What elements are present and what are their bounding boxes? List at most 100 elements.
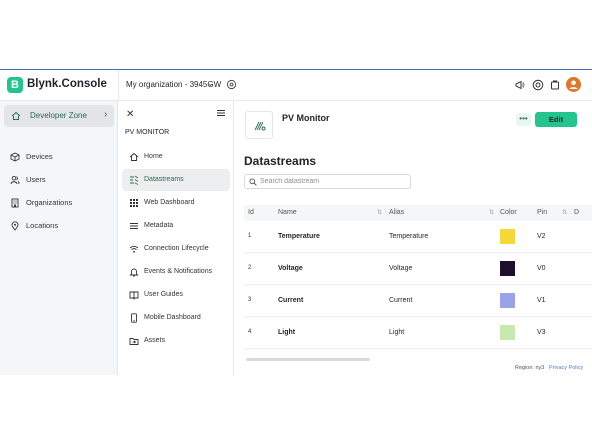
color-swatch xyxy=(500,261,515,276)
table-row[interactable]: 4 Light Light V3 xyxy=(244,317,592,349)
top-bar: B Blynk.Console My organization - 3945GW… xyxy=(0,70,592,101)
cell-id: 4 xyxy=(248,329,252,335)
tab-datastreams[interactable]: Datastreams xyxy=(122,169,230,191)
chevron-right-icon: › xyxy=(104,109,108,120)
tab-home[interactable]: Home xyxy=(122,146,230,168)
color-swatch xyxy=(500,293,515,308)
blynk-logo-icon[interactable]: B xyxy=(7,77,23,93)
help-icon[interactable] xyxy=(532,79,544,91)
developer-zone-icon xyxy=(11,111,21,120)
tab-label: User Guides xyxy=(144,291,183,298)
column-header-id[interactable]: Id xyxy=(248,209,254,216)
column-header-name[interactable]: Name xyxy=(278,209,297,216)
org-settings-icon[interactable] xyxy=(226,79,237,90)
color-swatch xyxy=(500,229,515,244)
tab-metadata[interactable]: Metadata xyxy=(122,215,230,237)
sort-icon[interactable]: ⇅ xyxy=(489,209,494,216)
pv-device-icon xyxy=(254,121,266,131)
close-icon[interactable]: ✕ xyxy=(126,109,134,120)
table-header: Id Name ⇅ Alias ⇅ Color Pin ⇅ D xyxy=(244,205,592,221)
sidebar-item-label: Devices xyxy=(26,152,53,161)
table-row[interactable]: 2 Voltage Voltage V0 xyxy=(244,253,592,285)
cell-alias: Temperature xyxy=(389,233,429,240)
tab-assets[interactable]: Assets xyxy=(122,330,230,352)
edit-button[interactable]: Edit xyxy=(535,112,577,127)
datastreams-icon xyxy=(130,175,139,185)
cell-id: 2 xyxy=(248,265,252,271)
tab-connection-lifecycle[interactable]: Connection Lifecycle xyxy=(122,238,230,260)
book-icon xyxy=(129,291,139,300)
menu-icon[interactable] xyxy=(217,109,225,117)
cell-name: Current xyxy=(278,297,304,304)
tab-mobile-dashboard[interactable]: Mobile Dashboard xyxy=(122,307,230,329)
cell-pin: V0 xyxy=(537,265,546,272)
grid-icon xyxy=(130,199,138,207)
cell-alias: Voltage xyxy=(389,265,413,272)
bell-icon xyxy=(129,268,139,277)
tab-label: Home xyxy=(144,153,163,160)
column-header-color[interactable]: Color xyxy=(500,209,517,216)
wifi-icon xyxy=(129,245,139,253)
cell-pin: V2 xyxy=(537,233,546,240)
table-row[interactable]: 3 Current Current V1 xyxy=(244,285,592,317)
app-frame: B Blynk.Console My organization - 3945GW… xyxy=(0,69,592,375)
tab-user-guides[interactable]: User Guides xyxy=(122,284,230,306)
page-title: PV Monitor xyxy=(282,113,330,123)
megaphone-icon[interactable] xyxy=(514,79,526,91)
tab-label: Events & Notifications xyxy=(144,268,213,275)
tab-label: Connection Lifecycle xyxy=(144,245,209,252)
template-title: PV MONITOR xyxy=(125,129,170,136)
cell-id: 3 xyxy=(248,297,252,303)
cell-name: Light xyxy=(278,329,296,336)
sidebar-item-label: Developer Zone xyxy=(30,111,87,120)
more-options-button[interactable]: ••• xyxy=(516,113,531,126)
users-icon xyxy=(10,175,20,185)
section-title: Datastreams xyxy=(244,154,317,168)
sidebar-item-label: Organizations xyxy=(26,198,73,207)
cell-pin: V3 xyxy=(537,329,546,336)
search-box[interactable] xyxy=(244,174,411,189)
sidebar-item-developer-zone[interactable]: Developer Zone › xyxy=(4,105,114,127)
user-avatar-icon xyxy=(569,80,578,89)
region-label: Region: ny3 xyxy=(515,365,545,371)
search-input[interactable] xyxy=(260,176,408,187)
tab-web-dashboard[interactable]: Web Dashboard xyxy=(122,192,230,214)
table-row[interactable]: 1 Temperature Temperature V2 xyxy=(244,221,592,253)
color-swatch xyxy=(500,325,515,340)
tab-events-notifications[interactable]: Events & Notifications xyxy=(122,261,230,283)
list-icon xyxy=(130,223,138,229)
horizontal-scrollbar[interactable] xyxy=(246,358,370,361)
tab-label: Metadata xyxy=(144,222,174,229)
search-icon xyxy=(249,178,257,186)
sort-icon[interactable]: ⇅ xyxy=(562,209,567,216)
home-icon xyxy=(129,152,139,161)
main-sidebar: Developer Zone › Devices Users Organizat… xyxy=(0,101,118,375)
cube-icon xyxy=(10,152,20,162)
tab-label: Datastreams xyxy=(144,176,184,183)
tab-label: Mobile Dashboard xyxy=(144,314,201,321)
brand-name[interactable]: Blynk.Console xyxy=(27,78,107,90)
divider xyxy=(118,70,119,101)
building-icon xyxy=(11,198,19,208)
template-nav-panel: ✕ PV MONITOR Home Datastreams Web Dashbo… xyxy=(118,101,234,375)
column-header-pin[interactable]: Pin xyxy=(537,209,547,216)
privacy-policy-link[interactable]: Privacy Policy xyxy=(549,365,583,371)
tab-label: Assets xyxy=(144,337,166,344)
tab-label: Web Dashboard xyxy=(144,199,195,206)
column-header-alias[interactable]: Alias xyxy=(389,209,404,216)
cell-alias: Current xyxy=(389,297,413,304)
cell-pin: V1 xyxy=(537,297,546,304)
cell-alias: Light xyxy=(389,329,405,336)
device-template-image[interactable] xyxy=(245,111,273,139)
avatar[interactable] xyxy=(566,77,581,92)
cell-id: 1 xyxy=(248,233,252,239)
sidebar-item-label: Locations xyxy=(26,221,59,230)
notifications-icon[interactable] xyxy=(549,79,561,91)
sort-icon[interactable]: ⇅ xyxy=(377,209,382,216)
cell-name: Temperature xyxy=(278,233,320,240)
cell-name: Voltage xyxy=(278,265,303,272)
chevron-down-icon[interactable]: ⌄ xyxy=(207,79,214,88)
column-header-d[interactable]: D xyxy=(574,209,579,216)
sidebar-item-label: Users xyxy=(26,175,46,184)
folder-icon xyxy=(129,338,139,345)
